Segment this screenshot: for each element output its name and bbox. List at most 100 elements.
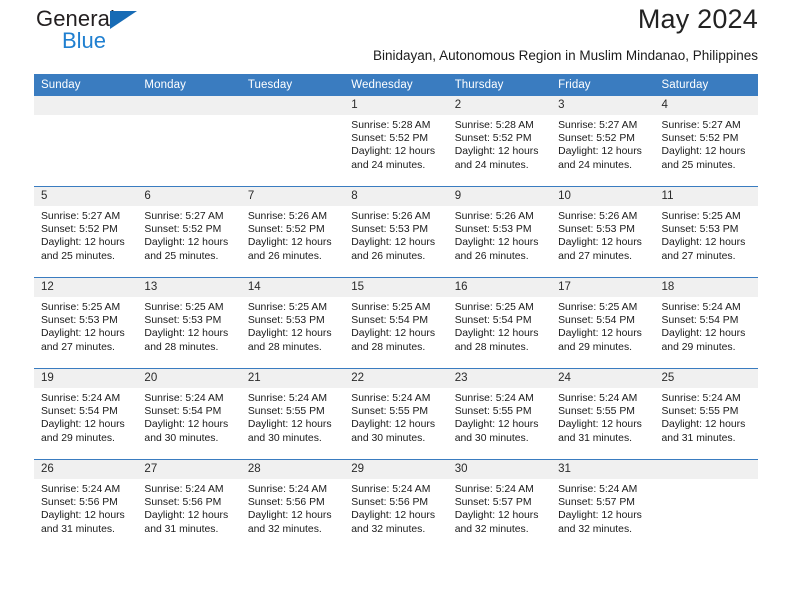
calendar-day-cell-empty (34, 96, 138, 187)
calendar-day-cell[interactable]: 8 Sunrise: 5:26 AM Sunset: 5:53 PM Daylight… (344, 186, 448, 278)
daylight-duration-line1: Daylight: 12 hours (351, 419, 436, 431)
calendar-day-cell[interactable]: 15 Sunrise: 5:25 AM Sunset: 5:54 PM Dayligh… (344, 277, 448, 369)
calendar-day-cell[interactable]: 6 Sunrise: 5:27 AM Sunset: 5:52 PM Daylight… (137, 186, 241, 278)
day-details: Sunrise: 5:27 AM Sunset: 5:52 PM Daylight:… (34, 206, 137, 263)
day-number: 14 (240, 278, 345, 297)
daylight-duration-line1: Daylight: 12 hours (247, 328, 332, 340)
daylight-duration-line2: and 32 minutes. (351, 523, 426, 535)
calendar-day-cell[interactable]: 27 Sunrise: 5:24 AM Sunset: 5:56 PM Dayligh… (137, 459, 241, 550)
calendar-day-cell[interactable]: 30 Sunrise: 5:24 AM Sunset: 5:57 PM Dayligh… (447, 459, 552, 550)
calendar-day-cell[interactable]: 11 Sunrise: 5:25 AM Sunset: 5:53 PM Dayligh… (654, 186, 758, 278)
calendar-day-cell[interactable]: 2 Sunrise: 5:28 AM Sunset: 5:52 PM Daylight… (447, 96, 552, 187)
day-number: 15 (344, 278, 448, 297)
daylight-duration-line1: Daylight: 12 hours (661, 237, 746, 249)
daylight-duration-line1: Daylight: 12 hours (351, 237, 436, 249)
day-details: Sunrise: 5:28 AM Sunset: 5:52 PM Daylight:… (344, 115, 447, 172)
day-number: 13 (137, 278, 241, 297)
daylight-duration-line1: Daylight: 12 hours (41, 419, 125, 431)
general-blue-logo[interactable]: General Blue (34, 2, 234, 60)
calendar-day-cell[interactable]: 10 Sunrise: 5:26 AM Sunset: 5:53 PM Dayligh… (551, 186, 655, 278)
calendar-week-row: 5 Sunrise: 5:27 AM Sunset: 5:52 PM Daylight… (34, 186, 758, 278)
calendar-body: 1 Sunrise: 5:28 AM Sunset: 5:52 PM Daylight… (34, 96, 758, 550)
daylight-duration-line2: and 27 minutes. (558, 250, 633, 262)
calendar-day-cell[interactable]: 19 Sunrise: 5:24 AM Sunset: 5:54 PM Dayligh… (34, 368, 138, 460)
day-details: Sunrise: 5:24 AM Sunset: 5:55 PM Daylight:… (344, 388, 447, 445)
day-details: Sunrise: 5:24 AM Sunset: 5:54 PM Daylight:… (655, 297, 758, 354)
day-number: 20 (137, 369, 241, 388)
sunrise-time: Sunrise: 5:24 AM (41, 484, 121, 495)
sunrise-time: Sunrise: 5:28 AM (351, 120, 431, 131)
daylight-duration-line2: and 26 minutes. (454, 250, 529, 262)
daylight-duration-line2: and 31 minutes. (144, 523, 219, 535)
daylight-duration-line2: and 24 minutes. (351, 159, 426, 171)
day-details: Sunrise: 5:24 AM Sunset: 5:55 PM Daylight:… (551, 388, 654, 445)
calendar-day-cell[interactable]: 28 Sunrise: 5:24 AM Sunset: 5:56 PM Dayligh… (240, 459, 345, 550)
calendar-day-cell[interactable]: 22 Sunrise: 5:24 AM Sunset: 5:55 PM Dayligh… (344, 368, 448, 460)
sunrise-time: Sunrise: 5:24 AM (454, 393, 534, 404)
calendar-day-cell[interactable]: 20 Sunrise: 5:24 AM Sunset: 5:54 PM Dayligh… (137, 368, 241, 460)
calendar-day-cell[interactable]: 1 Sunrise: 5:28 AM Sunset: 5:52 PM Daylight… (344, 96, 448, 187)
day-details: Sunrise: 5:25 AM Sunset: 5:54 PM Daylight:… (551, 297, 654, 354)
calendar-day-cell[interactable]: 3 Sunrise: 5:27 AM Sunset: 5:52 PM Daylight… (551, 96, 655, 187)
daylight-duration-line2: and 28 minutes. (144, 341, 219, 353)
day-number (137, 96, 241, 115)
calendar-day-cell[interactable]: 21 Sunrise: 5:24 AM Sunset: 5:55 PM Dayligh… (240, 368, 345, 460)
day-number: 8 (344, 187, 448, 206)
sunset-time: Sunset: 5:55 PM (558, 406, 635, 418)
calendar-day-cell[interactable]: 12 Sunrise: 5:25 AM Sunset: 5:53 PM Dayligh… (34, 277, 138, 369)
calendar-day-cell[interactable]: 9 Sunrise: 5:26 AM Sunset: 5:53 PM Daylight… (447, 186, 552, 278)
daylight-duration-line2: and 27 minutes. (661, 250, 736, 262)
weekday-header-monday: Monday (137, 74, 241, 96)
sunset-time: Sunset: 5:54 PM (41, 406, 118, 418)
sunset-time: Sunset: 5:56 PM (41, 497, 118, 509)
daylight-duration-line1: Daylight: 12 hours (247, 237, 332, 249)
sunrise-time: Sunrise: 5:25 AM (247, 302, 327, 313)
daylight-duration-line2: and 27 minutes. (41, 341, 115, 353)
calendar-day-cell[interactable]: 18 Sunrise: 5:24 AM Sunset: 5:54 PM Dayligh… (654, 277, 758, 369)
day-details: Sunrise: 5:25 AM Sunset: 5:53 PM Daylight:… (655, 206, 758, 263)
calendar-day-cell[interactable]: 7 Sunrise: 5:26 AM Sunset: 5:52 PM Daylight… (240, 186, 345, 278)
day-details: Sunrise: 5:26 AM Sunset: 5:53 PM Daylight:… (551, 206, 654, 263)
weekday-header-sunday: Sunday (34, 74, 138, 96)
calendar-day-cell[interactable]: 23 Sunrise: 5:24 AM Sunset: 5:55 PM Dayligh… (447, 368, 552, 460)
calendar-day-cell[interactable]: 16 Sunrise: 5:25 AM Sunset: 5:54 PM Dayligh… (447, 277, 552, 369)
sunset-time: Sunset: 5:52 PM (558, 133, 635, 145)
calendar-day-cell[interactable]: 25 Sunrise: 5:24 AM Sunset: 5:55 PM Dayligh… (654, 368, 758, 460)
daylight-duration-line1: Daylight: 12 hours (351, 510, 436, 522)
sunset-time: Sunset: 5:55 PM (351, 406, 429, 418)
daylight-duration-line1: Daylight: 12 hours (558, 510, 642, 522)
day-details: Sunrise: 5:27 AM Sunset: 5:52 PM Daylight:… (137, 206, 240, 263)
daylight-duration-line1: Daylight: 12 hours (41, 510, 125, 522)
day-number: 2 (447, 96, 552, 115)
weekday-header-tuesday: Tuesday (240, 74, 345, 96)
daylight-duration-line1: Daylight: 12 hours (351, 328, 436, 340)
calendar-day-cell[interactable]: 5 Sunrise: 5:27 AM Sunset: 5:52 PM Daylight… (34, 186, 138, 278)
calendar-day-cell[interactable]: 26 Sunrise: 5:24 AM Sunset: 5:56 PM Dayligh… (34, 459, 138, 550)
day-details: Sunrise: 5:26 AM Sunset: 5:53 PM Daylight:… (344, 206, 447, 263)
sunrise-time: Sunrise: 5:26 AM (247, 211, 327, 222)
sunset-time: Sunset: 5:54 PM (661, 315, 739, 327)
calendar-day-cell[interactable]: 24 Sunrise: 5:24 AM Sunset: 5:55 PM Dayligh… (551, 368, 655, 460)
day-details: Sunrise: 5:25 AM Sunset: 5:54 PM Daylight:… (448, 297, 551, 354)
daylight-duration-line2: and 28 minutes. (454, 341, 529, 353)
calendar-day-cell[interactable]: 31 Sunrise: 5:24 AM Sunset: 5:57 PM Dayligh… (551, 459, 655, 550)
sunset-time: Sunset: 5:53 PM (144, 315, 222, 327)
daylight-duration-line1: Daylight: 12 hours (661, 419, 746, 431)
sunset-time: Sunset: 5:53 PM (661, 224, 739, 236)
daylight-duration-line1: Daylight: 12 hours (454, 328, 539, 340)
calendar-day-cell[interactable]: 13 Sunrise: 5:25 AM Sunset: 5:53 PM Dayligh… (137, 277, 241, 369)
calendar-day-cell[interactable]: 17 Sunrise: 5:25 AM Sunset: 5:54 PM Dayligh… (551, 277, 655, 369)
sunset-time: Sunset: 5:54 PM (144, 406, 222, 418)
day-details: Sunrise: 5:27 AM Sunset: 5:52 PM Daylight:… (551, 115, 654, 172)
calendar-day-cell[interactable]: 29 Sunrise: 5:24 AM Sunset: 5:56 PM Dayligh… (344, 459, 448, 550)
sunrise-time: Sunrise: 5:24 AM (351, 393, 431, 404)
day-details: Sunrise: 5:24 AM Sunset: 5:55 PM Daylight:… (241, 388, 344, 445)
sunset-time: Sunset: 5:55 PM (661, 406, 739, 418)
calendar-day-cell[interactable]: 14 Sunrise: 5:25 AM Sunset: 5:53 PM Dayligh… (240, 277, 345, 369)
sunrise-time: Sunrise: 5:24 AM (144, 484, 224, 495)
calendar-day-cell-empty (654, 459, 758, 550)
day-number: 18 (654, 278, 758, 297)
daylight-duration-line2: and 28 minutes. (351, 341, 426, 353)
calendar-day-cell[interactable]: 4 Sunrise: 5:27 AM Sunset: 5:52 PM Daylight… (654, 96, 758, 187)
daylight-duration-line2: and 29 minutes. (558, 341, 633, 353)
